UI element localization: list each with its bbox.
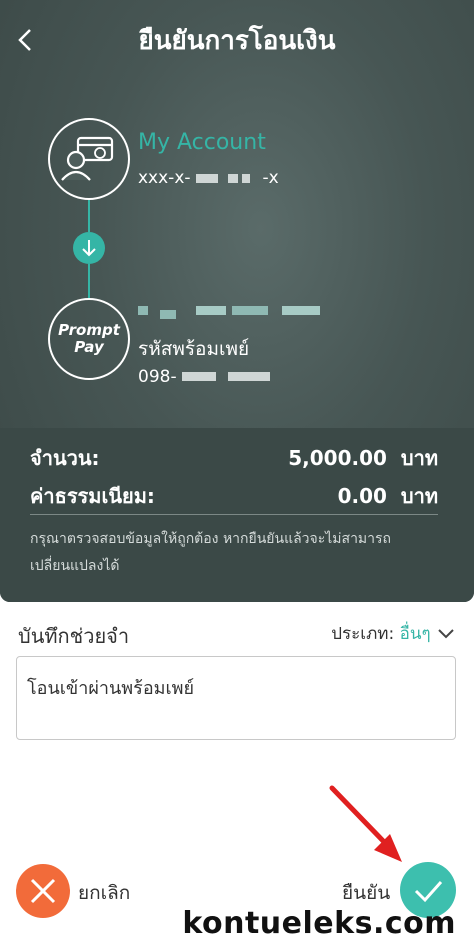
promptpay-number: 098- <box>138 367 177 387</box>
masked-recipient-name <box>138 306 148 315</box>
watermark: kontueleks.com <box>182 906 456 941</box>
cancel-label[interactable]: ยกเลิก <box>78 878 130 908</box>
arrow-down-icon <box>73 232 105 264</box>
masked-recipient-name <box>196 306 226 315</box>
confirmation-panel: ยืนยันการโอนเงิน My Account xxx-x- -x Pro… <box>0 0 474 602</box>
connector-line <box>88 264 90 298</box>
memo-input[interactable]: โอนเข้าผ่านพร้อมเพย์ <box>16 656 456 740</box>
promptpay-id-label: รหัสพร้อมเพย์ <box>138 338 250 360</box>
confirm-label[interactable]: ยืนยัน <box>342 878 390 908</box>
promptpay-logo-text: Prompt Pay <box>58 321 120 356</box>
masked-digits <box>242 174 250 183</box>
account-avatar <box>48 118 130 200</box>
chevron-down-icon <box>438 629 454 639</box>
header: ยืนยันการโอนเงิน <box>0 0 474 80</box>
memo-type-select[interactable]: ประเภท: อื่นๆ <box>331 620 456 647</box>
red-arrow-icon <box>329 785 402 862</box>
user-card-icon <box>61 136 114 181</box>
amount-label: จำนวน: <box>30 446 100 470</box>
close-icon <box>30 878 56 904</box>
fee-value: 0.00 บาท <box>337 484 438 508</box>
fee-label: ค่าธรรมเนียม: <box>30 484 155 508</box>
masked-recipient-name <box>160 310 176 319</box>
memo-label: บันทึกช่วยจำ <box>18 624 130 648</box>
memo-type-label: ประเภท: <box>331 624 395 644</box>
masked-digits <box>196 174 218 183</box>
account-name: My Account <box>138 130 266 155</box>
masked-digits <box>228 174 238 183</box>
masked-recipient-name <box>232 306 268 315</box>
masked-digits <box>228 372 270 381</box>
connector-line <box>88 200 90 232</box>
amount-value: 5,000.00 บาท <box>288 446 438 470</box>
cancel-button[interactable] <box>16 864 70 918</box>
warning-note: กรุณาตรวจสอบข้อมูลให้ถูกต้อง หากยืนยันแล… <box>30 531 392 574</box>
memo-type-value: อื่นๆ <box>399 624 431 644</box>
masked-recipient-name <box>282 306 320 315</box>
page-title: ยืนยันการโอนเงิน <box>138 26 336 56</box>
masked-digits <box>182 372 216 381</box>
divider <box>30 514 438 515</box>
